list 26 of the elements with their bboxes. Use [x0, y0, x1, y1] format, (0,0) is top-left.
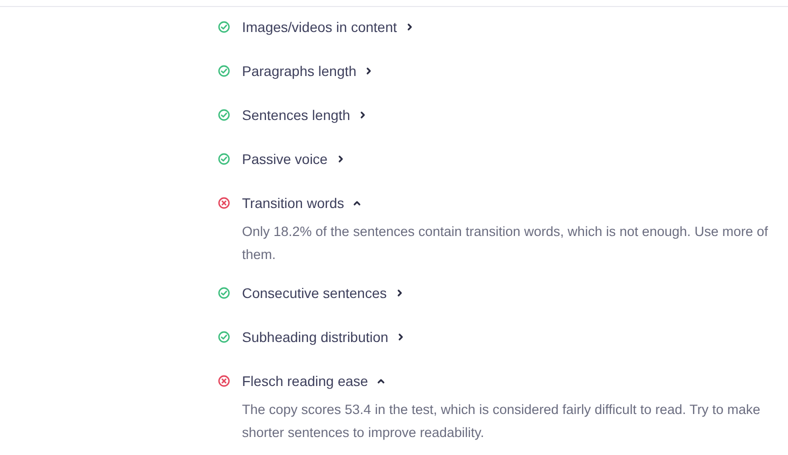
check-toggle[interactable]: Transition words [242, 192, 362, 214]
chevron-up-icon [377, 377, 386, 385]
check-circle-icon [218, 21, 230, 33]
check-circle-icon [218, 65, 230, 77]
check-toggle[interactable]: Subheading distribution [242, 326, 406, 348]
check-toggle[interactable]: Consecutive sentences [242, 282, 404, 304]
check-toggle[interactable]: Sentences length [242, 104, 368, 126]
check-toggle[interactable]: Paragraphs length [242, 60, 374, 82]
check-circle-icon [218, 153, 230, 165]
check-circle-icon [218, 331, 230, 343]
x-circle-icon [218, 197, 230, 209]
chevron-right-icon [336, 155, 345, 163]
check-toggle[interactable]: Images/videos in content [242, 16, 414, 38]
check-circle-icon [218, 109, 230, 121]
check-description: The copy scores 53.4 in the test, which is considered fairly difficult to read. Try to make shorter sentences to improve readability. [242, 401, 762, 442]
chevron-right-icon [396, 289, 404, 297]
chevron-right-icon [397, 333, 406, 341]
check-toggle[interactable]: Flesch reading ease [242, 370, 386, 392]
chevron-right-icon [365, 67, 374, 75]
chevron-up-icon [353, 199, 362, 207]
check-toggle[interactable]: Passive voice [242, 148, 345, 170]
chevron-right-icon [406, 23, 414, 31]
x-circle-icon [218, 375, 230, 387]
check-description: Only 18.2% of the sentences contain transition words, which is not enough. Use more of them. [242, 223, 770, 264]
check-circle-icon [218, 287, 230, 299]
chevron-right-icon [359, 111, 368, 119]
